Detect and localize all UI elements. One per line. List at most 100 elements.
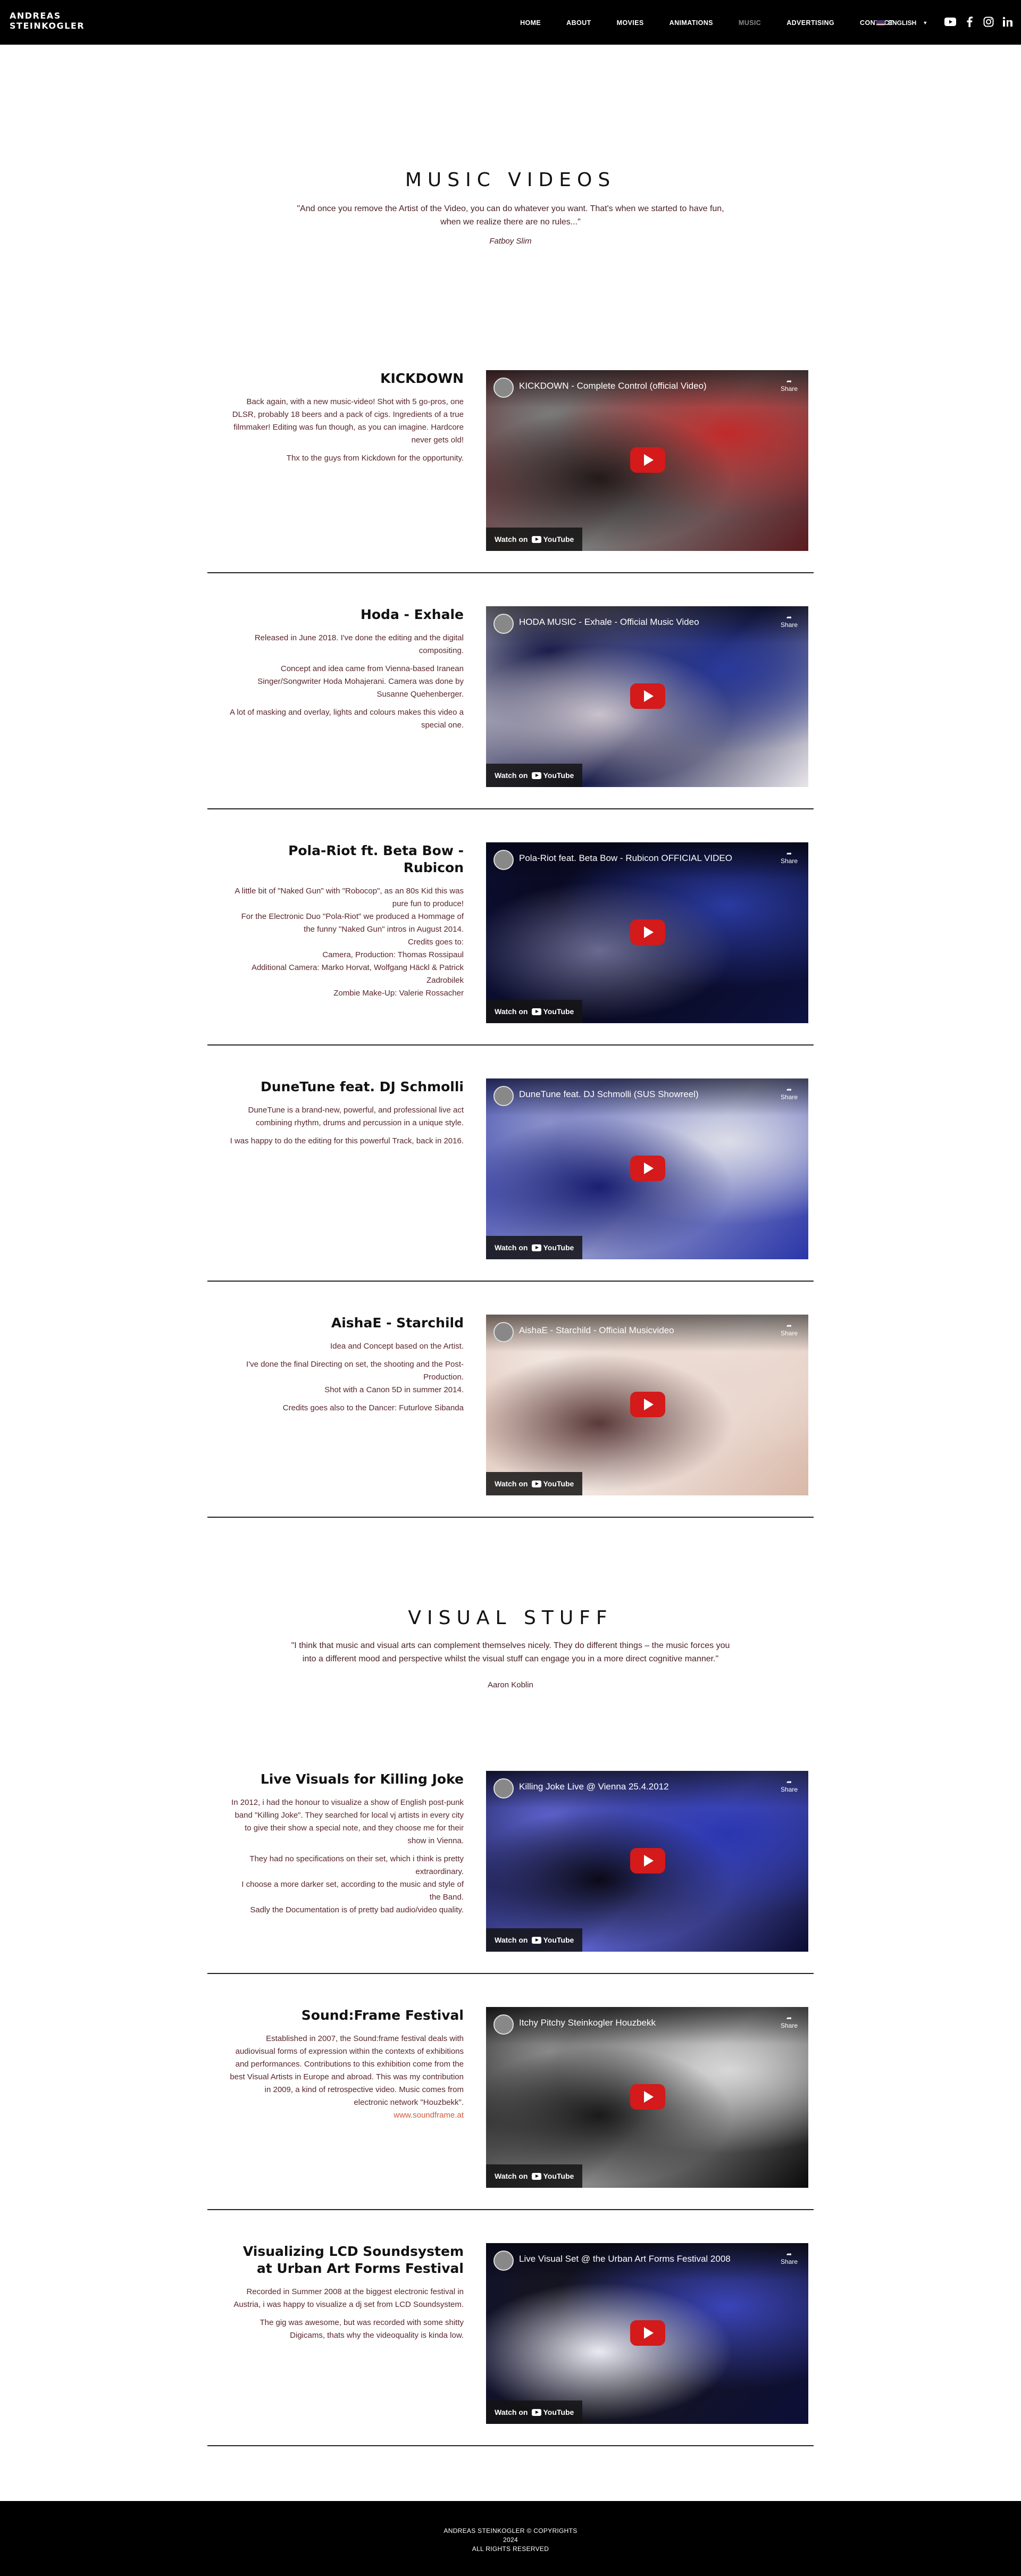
section-divider <box>207 808 814 809</box>
share-button[interactable]: ➦ Share <box>781 1086 798 1101</box>
video-embed[interactable]: AishaE - Starchild - Official Musicvideo… <box>486 1315 808 1495</box>
video-embed[interactable]: Itchy Pitchy Steinkogler Houzbekk ➦ Share… <box>486 2007 808 2188</box>
video-embed[interactable]: Live Visual Set @ the Urban Art Forms Fe… <box>486 2243 808 2424</box>
nav-home[interactable]: HOME <box>520 19 541 27</box>
video-embed[interactable]: DuneTune feat. DJ Schmolli (SUS Showreel… <box>486 1078 808 1259</box>
play-button[interactable] <box>630 2084 665 2110</box>
channel-avatar[interactable] <box>493 1086 514 1106</box>
project-text: Visualizing LCD Soundsystem at Urban Art… <box>229 2243 464 2347</box>
share-button[interactable]: ➦ Share <box>781 378 798 392</box>
watch-on-youtube-button[interactable]: Watch on YouTube <box>486 1000 583 1023</box>
facebook-icon[interactable] <box>964 16 975 28</box>
share-button[interactable]: ➦ Share <box>781 1322 798 1337</box>
share-button[interactable]: ➦ Share <box>781 2251 798 2265</box>
share-button[interactable]: ➦ Share <box>781 614 798 629</box>
video-title[interactable]: Pola-Riot feat. Beta Bow - Rubicon OFFIC… <box>519 853 732 864</box>
watch-on-youtube-button[interactable]: Watch on YouTube <box>486 1928 583 1952</box>
channel-avatar[interactable] <box>493 378 514 398</box>
share-label: Share <box>780 857 798 865</box>
play-button[interactable] <box>630 447 665 473</box>
watch-on-label: Watch on <box>495 535 528 543</box>
video-embed[interactable]: Pola-Riot feat. Beta Bow - Rubicon OFFIC… <box>486 842 808 1023</box>
video-title[interactable]: AishaE - Starchild - Official Musicvideo <box>519 1325 674 1336</box>
section-divider <box>207 1517 814 1518</box>
nav-advertising[interactable]: ADVERTISING <box>786 19 834 27</box>
share-button[interactable]: ➦ Share <box>781 2014 798 2029</box>
nav-about[interactable]: ABOUT <box>566 19 591 27</box>
share-icon: ➦ <box>786 850 792 857</box>
youtube-icon <box>532 1008 542 1015</box>
linkedin-icon[interactable] <box>1002 16 1014 28</box>
site-logo[interactable]: ANDREAS STEINKOGLER <box>10 11 85 31</box>
project-text: Live Visuals for Killing Joke In 2012, i… <box>229 1771 464 1922</box>
share-button[interactable]: ➦ Share <box>781 850 798 865</box>
play-button[interactable] <box>630 1392 665 1417</box>
chevron-down-icon: ▼ <box>923 20 928 26</box>
play-button[interactable] <box>630 683 665 709</box>
play-button[interactable] <box>630 2320 665 2346</box>
nav-movies[interactable]: MOVIES <box>617 19 644 27</box>
video-embed[interactable]: KICKDOWN - Complete Control (official Vi… <box>486 370 808 551</box>
video-title[interactable]: Killing Joke Live @ Vienna 25.4.2012 <box>519 1782 669 1792</box>
channel-avatar[interactable] <box>493 614 514 634</box>
project-description: DuneTune is a brand-new, powerful, and p… <box>229 1104 464 1148</box>
video-title[interactable]: DuneTune feat. DJ Schmolli (SUS Showreel… <box>519 1089 699 1100</box>
video-embed[interactable]: HODA MUSIC - Exhale - Official Music Vid… <box>486 606 808 787</box>
watch-on-label: Watch on <box>495 1479 528 1488</box>
section-divider <box>207 1973 814 1974</box>
watch-on-youtube-button[interactable]: Watch on YouTube <box>486 2401 583 2424</box>
video-embed[interactable]: Killing Joke Live @ Vienna 25.4.2012 ➦ Sh… <box>486 1771 808 1952</box>
share-icon: ➦ <box>786 614 792 621</box>
site-header: ANDREAS STEINKOGLER HOME ABOUT MOVIES AN… <box>0 0 1021 45</box>
project-paragraph: A little bit of "Naked Gun" with "Roboco… <box>235 886 464 998</box>
channel-avatar[interactable] <box>493 2014 514 2035</box>
music-section-title: MUSIC VIDEOS <box>405 169 616 191</box>
watch-on-youtube-button[interactable]: Watch on YouTube <box>486 764 583 787</box>
project-title: Hoda - Exhale <box>360 607 464 622</box>
share-button[interactable]: ➦ Share <box>781 1778 798 1793</box>
channel-avatar[interactable] <box>493 1778 514 1799</box>
youtube-logo: YouTube <box>532 1243 574 1252</box>
project-description: Back again, with a new music-video! Shot… <box>229 396 464 465</box>
project-paragraph: Idea and Concept based on the Artist. <box>330 1342 464 1351</box>
youtube-label: YouTube <box>543 2408 574 2416</box>
youtube-label: YouTube <box>543 1936 574 1944</box>
share-icon: ➦ <box>786 1322 792 1329</box>
play-button[interactable] <box>630 1156 665 1181</box>
youtube-icon[interactable] <box>944 16 956 28</box>
channel-avatar[interactable] <box>493 1322 514 1342</box>
video-title[interactable]: HODA MUSIC - Exhale - Official Music Vid… <box>519 617 699 628</box>
project-title: KICKDOWN <box>380 371 464 386</box>
watch-on-label: Watch on <box>495 2172 528 2180</box>
watch-on-youtube-button[interactable]: Watch on YouTube <box>486 1236 583 1259</box>
video-title[interactable]: Live Visual Set @ the Urban Art Forms Fe… <box>519 2254 731 2264</box>
project-description: In 2012, i had the honour to visualize a… <box>229 1796 464 1917</box>
channel-avatar[interactable] <box>493 850 514 870</box>
watch-on-youtube-button[interactable]: Watch on YouTube <box>486 2164 583 2188</box>
watch-on-youtube-button[interactable]: Watch on YouTube <box>486 528 583 551</box>
youtube-label: YouTube <box>543 1243 574 1252</box>
play-button[interactable] <box>630 919 665 945</box>
project-description: A little bit of "Naked Gun" with "Roboco… <box>229 885 464 1000</box>
nav-music[interactable]: MUSIC <box>739 19 761 27</box>
youtube-icon <box>532 2172 542 2180</box>
youtube-label: YouTube <box>543 2172 574 2180</box>
instagram-icon[interactable] <box>983 16 994 28</box>
project-description: Established in 2007, the Sound:frame fes… <box>229 2033 464 2122</box>
video-title[interactable]: Itchy Pitchy Steinkogler Houzbekk <box>519 2018 656 2028</box>
soundframe-link[interactable]: www.soundframe.at <box>394 2111 464 2120</box>
youtube-logo: YouTube <box>532 2408 574 2416</box>
project-title: AishaE - Starchild <box>331 1315 464 1331</box>
video-title[interactable]: KICKDOWN - Complete Control (official Vi… <box>519 381 707 391</box>
language-selector[interactable]: ENGLISH ▼ <box>876 19 927 27</box>
nav-animations[interactable]: ANIMATIONS <box>669 19 713 27</box>
footer-year: 2024 <box>503 2536 518 2544</box>
project-text: DuneTune feat. DJ Schmolli DuneTune is a… <box>229 1078 464 1153</box>
section-divider <box>207 2445 814 2446</box>
share-icon: ➦ <box>786 1086 792 1093</box>
project-text: KICKDOWN Back again, with a new music-vi… <box>229 370 464 470</box>
play-button[interactable] <box>630 1848 665 1874</box>
youtube-logo: YouTube <box>532 535 574 543</box>
watch-on-youtube-button[interactable]: Watch on YouTube <box>486 1472 583 1495</box>
channel-avatar[interactable] <box>493 2251 514 2271</box>
